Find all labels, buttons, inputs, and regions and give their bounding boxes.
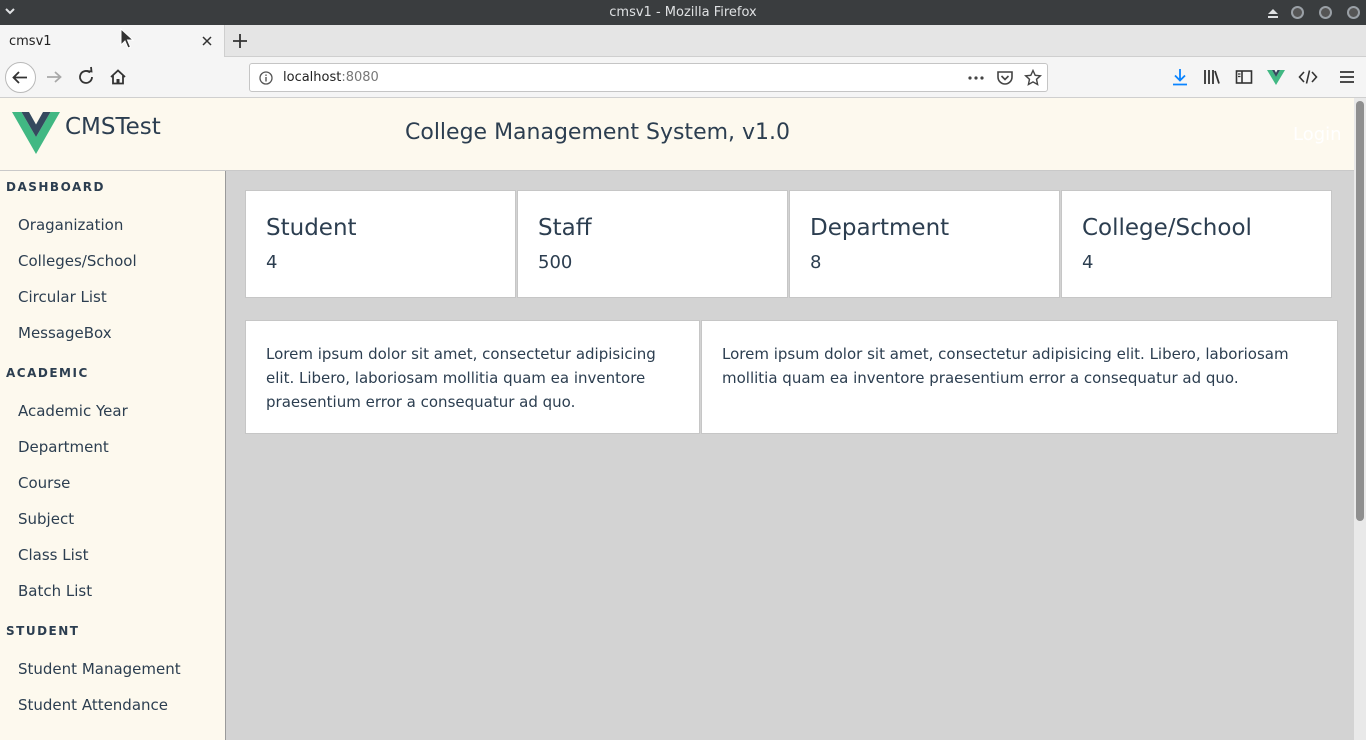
brand-name: CMSTest bbox=[65, 114, 161, 140]
library-icon[interactable] bbox=[1202, 67, 1222, 87]
vue-devtools-icon[interactable] bbox=[1266, 67, 1286, 87]
app-title: College Management System, v1.0 bbox=[405, 120, 791, 145]
site-info-icon[interactable] bbox=[259, 71, 273, 85]
nav-item-colleges-school[interactable]: Colleges/School bbox=[18, 252, 137, 270]
url-bar[interactable]: localhost:8080 bbox=[249, 63, 1048, 92]
vue-logo-icon bbox=[12, 112, 60, 154]
url-port: :8080 bbox=[341, 70, 379, 85]
downloads-icon[interactable] bbox=[1170, 67, 1190, 87]
nav-item-student-attendance[interactable]: Student Attendance bbox=[18, 696, 168, 714]
browser-tab[interactable]: cmsv1 bbox=[0, 25, 225, 57]
mouse-cursor-icon bbox=[120, 28, 134, 49]
page-scrollbar[interactable] bbox=[1354, 98, 1366, 740]
back-arrow-icon bbox=[12, 71, 27, 84]
stat-value: 4 bbox=[1082, 252, 1094, 273]
text-card-right: Lorem ipsum dolor sit amet, consectetur … bbox=[701, 320, 1338, 434]
window-title: cmsv1 - Mozilla Firefox bbox=[609, 5, 757, 20]
hamburger-menu-icon[interactable] bbox=[1337, 67, 1357, 87]
stat-card-department: Department 8 bbox=[789, 190, 1060, 298]
tab-title: cmsv1 bbox=[9, 34, 52, 49]
nav-item-academic-year[interactable]: Academic Year bbox=[18, 402, 128, 420]
nav-item-circular-list[interactable]: Circular List bbox=[18, 288, 107, 306]
nav-item-organization[interactable]: Oraganization bbox=[18, 216, 123, 234]
stat-title: College/School bbox=[1082, 215, 1252, 241]
url-host: localhost bbox=[283, 70, 342, 85]
section-heading-dashboard: DASHBOARD bbox=[6, 180, 105, 194]
close-tab-icon[interactable] bbox=[199, 33, 215, 49]
stat-value: 8 bbox=[810, 252, 822, 273]
login-link[interactable]: Login bbox=[1293, 124, 1342, 145]
app-header: CMSTest College Management System, v1.0 … bbox=[0, 98, 1354, 171]
close-window-button[interactable] bbox=[1347, 6, 1360, 19]
stat-title: Department bbox=[810, 215, 950, 241]
new-tab-icon[interactable] bbox=[230, 31, 250, 51]
minimize-button[interactable] bbox=[1291, 6, 1304, 19]
maximize-button[interactable] bbox=[1319, 6, 1332, 19]
stat-card-college-school: College/School 4 bbox=[1061, 190, 1332, 298]
forward-arrow-icon[interactable] bbox=[40, 63, 68, 91]
stat-title: Student bbox=[266, 215, 357, 241]
nav-item-batch-list[interactable]: Batch List bbox=[18, 582, 92, 600]
pocket-icon[interactable] bbox=[996, 69, 1014, 87]
section-heading-academic: ACADEMIC bbox=[6, 366, 89, 380]
tab-strip: cmsv1 bbox=[0, 25, 1366, 57]
sidebar: DASHBOARD Oraganization Colleges/School … bbox=[0, 171, 226, 740]
window-shade-icon[interactable] bbox=[1267, 7, 1279, 19]
text-card-left: Lorem ipsum dolor sit amet, consectetur … bbox=[245, 320, 700, 434]
stat-card-staff: Staff 500 bbox=[517, 190, 788, 298]
scrollbar-thumb[interactable] bbox=[1356, 101, 1364, 521]
stat-title: Staff bbox=[538, 215, 592, 241]
page-actions-icon[interactable] bbox=[967, 69, 985, 87]
nav-item-course[interactable]: Course bbox=[18, 474, 70, 492]
back-button[interactable] bbox=[5, 62, 36, 93]
text-card-body: Lorem ipsum dolor sit amet, consectetur … bbox=[722, 345, 1289, 387]
navigation-toolbar: localhost:8080 bbox=[0, 57, 1366, 98]
stat-value: 4 bbox=[266, 252, 278, 273]
stat-card-student: Student 4 bbox=[245, 190, 516, 298]
home-icon[interactable] bbox=[104, 63, 132, 91]
window-titlebar: cmsv1 - Mozilla Firefox bbox=[0, 0, 1366, 25]
bookmark-star-icon[interactable] bbox=[1024, 69, 1042, 87]
sidebar-toggle-icon[interactable] bbox=[1234, 67, 1254, 87]
nav-item-messagebox[interactable]: MessageBox bbox=[18, 324, 112, 342]
nav-item-class-list[interactable]: Class List bbox=[18, 546, 88, 564]
stat-value: 500 bbox=[538, 252, 573, 273]
developer-tools-icon[interactable] bbox=[1298, 67, 1318, 87]
nav-item-subject[interactable]: Subject bbox=[18, 510, 74, 528]
text-card-body: Lorem ipsum dolor sit amet, consectetur … bbox=[266, 345, 656, 411]
url-text[interactable]: localhost:8080 bbox=[283, 70, 379, 85]
section-heading-student: STUDENT bbox=[6, 624, 80, 638]
nav-item-student-management[interactable]: Student Management bbox=[18, 660, 181, 678]
nav-item-department[interactable]: Department bbox=[18, 438, 109, 456]
reload-icon[interactable] bbox=[72, 63, 100, 91]
